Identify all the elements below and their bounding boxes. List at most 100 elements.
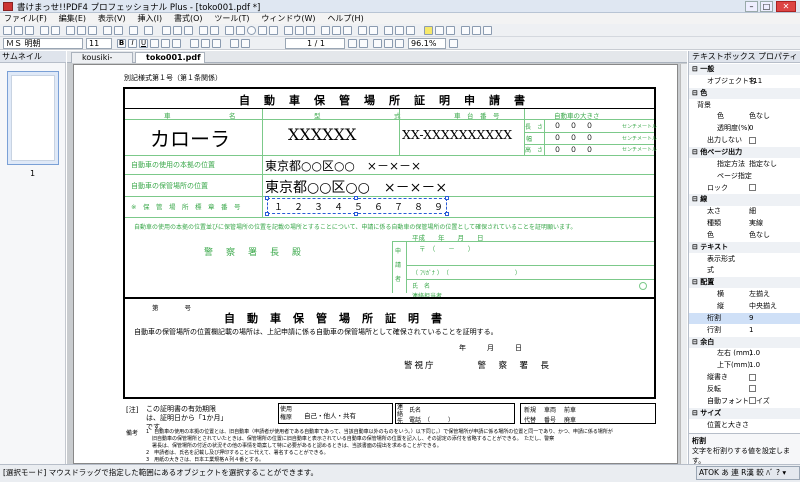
storage-location-value[interactable]: 東京都○○区○○ ×－×－×	[265, 177, 447, 197]
undo-icon[interactable]	[103, 26, 112, 35]
property-row[interactable]: 縦書き	[689, 372, 800, 383]
zoom-plus-icon[interactable]	[449, 39, 458, 48]
page-indicator[interactable]: 1 / 1	[285, 38, 345, 49]
check-tool-icon[interactable]	[295, 26, 304, 35]
property-row[interactable]: 縦 中央揃え	[689, 301, 800, 312]
text-tool-icon[interactable]	[199, 26, 208, 35]
resize-handle[interactable]	[265, 212, 269, 216]
seal-tool-icon[interactable]	[306, 26, 315, 35]
font-name-select[interactable]: ＭＳ 明朝	[3, 38, 83, 49]
superscript-button[interactable]	[161, 39, 170, 48]
hand-tool-icon[interactable]	[173, 26, 182, 35]
text-outline-T-icon[interactable]	[446, 26, 455, 35]
car-model-value[interactable]: XXXXXX	[288, 125, 356, 144]
search-icon[interactable]	[129, 26, 138, 35]
close-button[interactable]: ✕	[776, 1, 796, 12]
property-row[interactable]: 行割 1	[689, 325, 800, 336]
property-row[interactable]: 式	[689, 265, 800, 276]
paste-icon[interactable]	[88, 26, 97, 35]
fit-width-icon[interactable]	[373, 39, 382, 48]
property-value[interactable]: 色なし	[749, 230, 770, 241]
bold-button[interactable]: B	[117, 39, 126, 48]
minimize-button[interactable]: –	[745, 1, 758, 12]
size-digit[interactable]: ０	[586, 121, 593, 131]
menu-help[interactable]: ヘルプ(H)	[327, 14, 363, 23]
menu-edit[interactable]: 編集(E)	[59, 14, 86, 23]
zoom-out-icon[interactable]	[395, 26, 404, 35]
property-checkbox[interactable]	[749, 397, 756, 405]
arrange-icon[interactable]	[483, 26, 492, 35]
size-digit[interactable]: ０	[586, 145, 593, 155]
text-bold-T-icon[interactable]	[435, 26, 444, 35]
strike-button[interactable]	[150, 39, 159, 48]
zoom-in-small-icon[interactable]	[395, 39, 404, 48]
property-value[interactable]: 1.0	[749, 348, 760, 359]
property-row[interactable]: 色 色なし	[689, 111, 800, 122]
next-page-icon[interactable]	[348, 39, 357, 48]
print-icon[interactable]	[40, 26, 49, 35]
size-digit[interactable]: ０	[554, 145, 561, 155]
menu-view[interactable]: 表示(V)	[98, 14, 126, 23]
property-value[interactable]: 中央揃え	[749, 301, 777, 312]
cut-icon[interactable]	[66, 26, 75, 35]
resize-handle[interactable]	[354, 196, 358, 200]
font-color-button[interactable]	[172, 39, 181, 48]
tab-kousiki[interactable]: kousiki-1.pdf	[71, 52, 133, 72]
maximize-button[interactable]: □	[760, 1, 773, 12]
marker-icon[interactable]	[461, 26, 470, 35]
property-row[interactable]: 太さ 細	[689, 206, 800, 217]
comma-icon[interactable]	[212, 39, 221, 48]
property-value[interactable]: 色なし	[749, 111, 770, 122]
property-value[interactable]: T11	[749, 76, 762, 87]
zoom-out-small-icon[interactable]	[384, 39, 393, 48]
property-checkbox[interactable]	[749, 385, 756, 393]
property-value[interactable]: 1.0	[749, 360, 760, 371]
property-value[interactable]: 指定なし	[749, 159, 777, 170]
property-category[interactable]: ⊟ テキスト	[689, 241, 800, 253]
property-row[interactable]: 反転	[689, 384, 800, 395]
pointer-tool-icon[interactable]	[162, 26, 171, 35]
property-row[interactable]: 位置と大きさ	[689, 420, 800, 431]
property-value[interactable]	[749, 372, 756, 383]
attach-tool-icon[interactable]	[369, 26, 378, 35]
tab-toko001[interactable]: toko001.pdf *	[135, 52, 205, 72]
highlight-text-icon[interactable]	[424, 26, 433, 35]
size-digit[interactable]: ０	[570, 121, 577, 131]
size-digit[interactable]: ０	[554, 133, 561, 143]
property-checkbox[interactable]	[749, 184, 756, 191]
last-page-icon[interactable]	[359, 39, 368, 48]
property-value[interactable]	[749, 183, 756, 194]
property-category[interactable]: ⊟ 他ページ出力	[689, 146, 800, 159]
fit-page-icon[interactable]	[406, 26, 415, 35]
property-checkbox[interactable]	[749, 136, 756, 144]
property-row[interactable]: 横 左揃え	[689, 289, 800, 300]
property-row[interactable]: 左右 (mm) 1.0	[689, 348, 800, 359]
property-row[interactable]: 桁割 9	[689, 312, 800, 325]
resize-handle[interactable]	[445, 212, 449, 216]
property-row[interactable]: オブジェクト名 T11	[689, 76, 800, 87]
property-category[interactable]: ⊟ 配置	[689, 277, 800, 289]
property-row[interactable]: 種類 実線	[689, 218, 800, 229]
open-icon[interactable]	[14, 26, 23, 35]
resize-handle[interactable]	[445, 196, 449, 200]
line-tool-icon[interactable]	[225, 26, 234, 35]
redo-icon[interactable]	[114, 26, 123, 35]
table-tool-icon[interactable]	[321, 26, 330, 35]
property-row[interactable]: 出力しない	[689, 135, 800, 146]
property-value[interactable]: 左揃え	[749, 289, 770, 300]
percent-icon[interactable]	[201, 39, 210, 48]
zoom-level-input[interactable]: 96.1%	[408, 38, 446, 49]
menu-tools[interactable]: ツール(T)	[214, 14, 249, 23]
property-value[interactable]	[749, 396, 756, 407]
property-value[interactable]: 1	[749, 325, 753, 336]
property-value[interactable]: 0	[749, 123, 753, 134]
property-checkbox[interactable]	[749, 373, 756, 381]
link-tool-icon[interactable]	[358, 26, 367, 35]
underline-button[interactable]: U	[139, 39, 148, 48]
property-row[interactable]: 透明度(%) 0	[689, 123, 800, 134]
property-category[interactable]: ⊟ 色	[689, 87, 800, 99]
page-thumbnail[interactable]	[7, 71, 59, 165]
select-area-icon[interactable]	[184, 26, 193, 35]
menu-file[interactable]: ファイル(F)	[4, 14, 47, 23]
property-row[interactable]: 自動フォントサイズ	[689, 396, 800, 407]
